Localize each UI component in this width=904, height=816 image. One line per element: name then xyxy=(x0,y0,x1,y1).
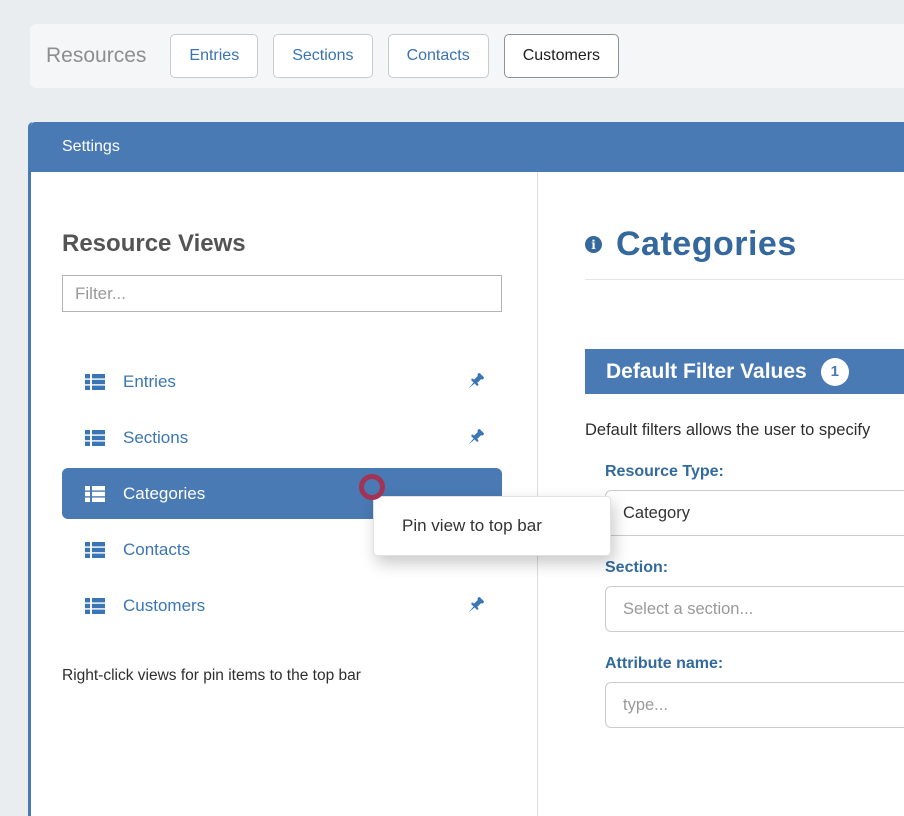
section-label: Section: xyxy=(605,559,904,577)
attribute-name-label: Attribute name: xyxy=(605,655,904,673)
resource-views-list: Entries Sections xyxy=(62,356,502,631)
pin-icon[interactable] xyxy=(464,427,486,449)
content-title-row: i Categories xyxy=(585,225,904,264)
view-settings-content: i Categories Default Filter Values 1 Def… xyxy=(538,172,904,816)
attribute-name-input[interactable]: type... xyxy=(605,682,904,728)
top-bar: Resources Entries Sections Contacts Cust… xyxy=(30,24,904,88)
topbar-button-entries[interactable]: Entries xyxy=(170,34,258,78)
settings-panel: Settings Resource Views Entries xyxy=(28,122,904,816)
context-menu: Pin view to top bar xyxy=(373,496,611,556)
resource-type-value: Category xyxy=(623,504,690,523)
list-icon xyxy=(84,427,106,449)
list-icon xyxy=(84,539,106,561)
resource-type-select[interactable]: Category xyxy=(605,490,904,536)
list-icon xyxy=(84,595,106,617)
default-filters-form: Resource Type: Category Section: Select … xyxy=(605,463,904,728)
sidebar-item-label: Sections xyxy=(123,428,188,448)
resource-type-label: Resource Type: xyxy=(605,463,904,481)
topbar-button-sections[interactable]: Sections xyxy=(273,34,372,78)
list-icon xyxy=(84,483,106,505)
page-title: Categories xyxy=(616,225,797,264)
attribute-name-placeholder: type... xyxy=(623,696,668,715)
form-group-section: Section: Select a section... xyxy=(605,559,904,632)
panel-header: Settings xyxy=(31,122,904,172)
form-group-resource-type: Resource Type: Category xyxy=(605,463,904,536)
sidebar-item-label: Customers xyxy=(123,596,205,616)
pin-hint-text: Right-click views for pin items to the t… xyxy=(62,667,503,685)
section-description: Default filters allows the user to speci… xyxy=(585,421,904,440)
list-icon xyxy=(84,371,106,393)
sidebar-item-sections[interactable]: Sections xyxy=(62,412,502,463)
topbar-button-contacts[interactable]: Contacts xyxy=(388,34,489,78)
sidebar-item-customers[interactable]: Customers xyxy=(62,580,502,631)
section-select[interactable]: Select a section... xyxy=(605,586,904,632)
form-group-attribute-name: Attribute name: type... xyxy=(605,655,904,728)
count-badge: 1 xyxy=(821,358,849,386)
topbar-button-customers[interactable]: Customers xyxy=(504,34,619,78)
sidebar-item-label: Categories xyxy=(123,484,205,504)
info-icon: i xyxy=(585,236,602,253)
panel-body: Resource Views Entries Section xyxy=(31,172,904,816)
resources-label: Resources xyxy=(46,44,146,68)
panel-title: Settings xyxy=(62,138,120,156)
default-filter-values-header: Default Filter Values 1 xyxy=(585,349,904,394)
sidebar-title: Resource Views xyxy=(62,230,503,258)
section-title: Default Filter Values xyxy=(606,360,807,384)
section-placeholder: Select a section... xyxy=(623,600,753,619)
resource-views-sidebar: Resource Views Entries Section xyxy=(31,172,538,816)
pin-icon[interactable] xyxy=(464,371,486,393)
context-menu-item-pin-view[interactable]: Pin view to top bar xyxy=(402,516,542,536)
sidebar-item-entries[interactable]: Entries xyxy=(62,356,502,407)
sidebar-item-label: Contacts xyxy=(123,540,190,560)
pin-icon[interactable] xyxy=(464,595,486,617)
filter-input[interactable] xyxy=(62,275,502,312)
title-divider xyxy=(585,279,904,280)
sidebar-item-label: Entries xyxy=(123,372,176,392)
